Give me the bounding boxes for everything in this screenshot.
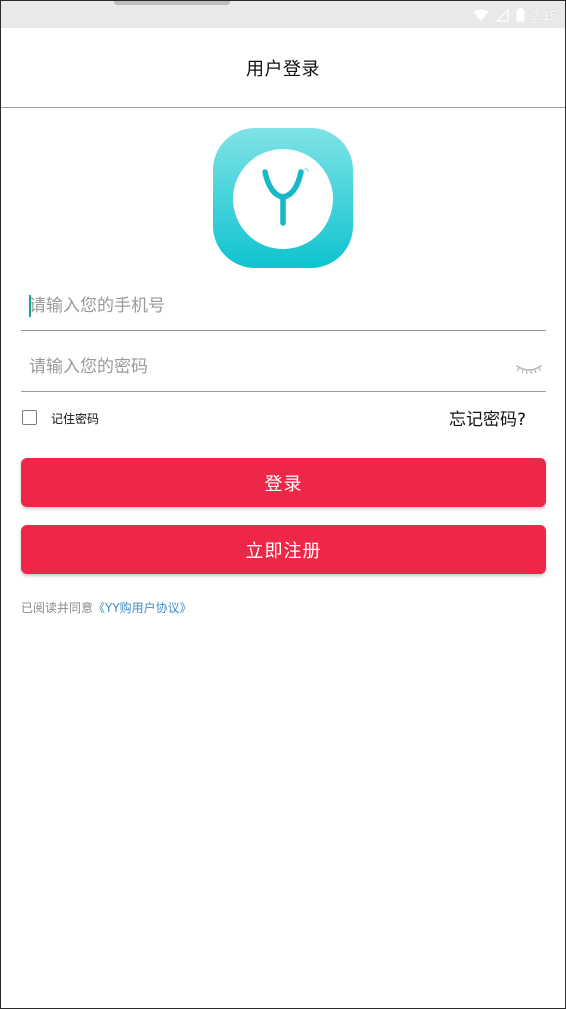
status-bar-notch [114, 1, 230, 5]
status-bar-icons: 2:15 [473, 6, 557, 24]
password-field [21, 345, 546, 392]
forgot-password-link[interactable]: 忘记密码? [449, 405, 526, 430]
yy-logo-icon [212, 127, 354, 269]
login-screen: 2:15 用户登录 请输入您的手机号 记住密码 忘记密码? 登录 立即注册 已阅… [0, 0, 566, 1009]
remember-row: 记住密码 忘记密码? [21, 403, 546, 433]
status-time: 2:15 [531, 7, 557, 23]
signal-icon [495, 8, 509, 22]
eye-closed-icon[interactable] [514, 359, 544, 379]
password-input[interactable] [29, 349, 499, 385]
login-button[interactable]: 登录 [21, 458, 546, 507]
page-title: 用户登录 [246, 58, 320, 80]
user-agreement-link[interactable]: 《YY购用户协议》 [93, 601, 192, 615]
remember-password-label[interactable]: 记住密码 [51, 410, 99, 427]
phone-field [21, 284, 546, 331]
remember-password-checkbox[interactable] [22, 410, 37, 425]
register-button[interactable]: 立即注册 [21, 525, 546, 574]
phone-input[interactable] [29, 288, 499, 324]
status-bar: 2:15 [1, 1, 565, 28]
battery-icon [516, 8, 525, 22]
agreement-text: 已阅读并同意《YY购用户协议》 [21, 599, 192, 616]
app-header: 用户登录 [1, 28, 565, 108]
wifi-icon [473, 8, 489, 22]
agreement-prefix: 已阅读并同意 [21, 601, 94, 615]
text-cursor [29, 295, 31, 317]
